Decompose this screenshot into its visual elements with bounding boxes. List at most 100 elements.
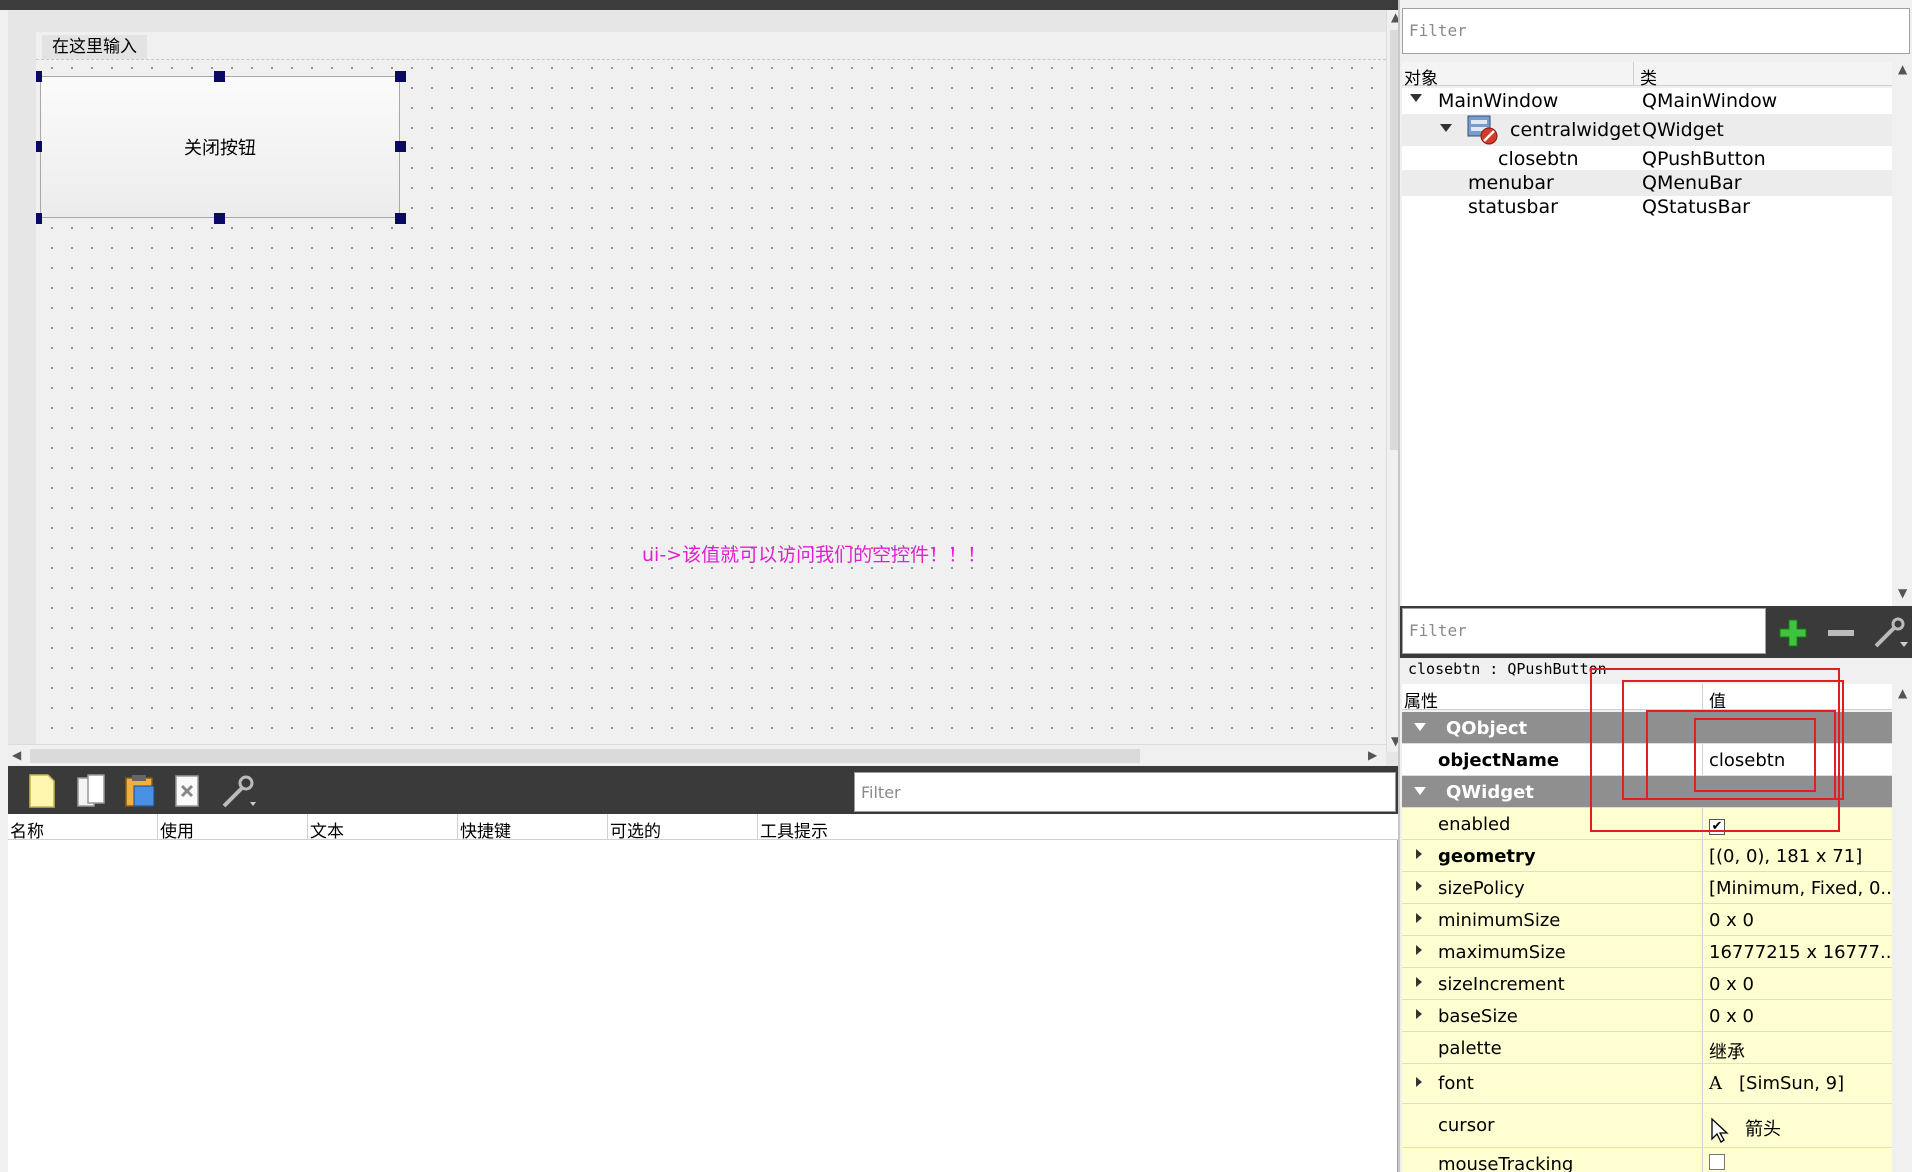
- scroll-left-icon[interactable]: ◀: [12, 748, 21, 762]
- property-row-mousetracking[interactable]: mouseTracking: [1402, 1148, 1892, 1172]
- object-filter-input[interactable]: Filter: [1402, 8, 1910, 54]
- tree-item-menubar[interactable]: menubar QMenuBar: [1402, 170, 1892, 196]
- property-row-basesize[interactable]: baseSize 0 x 0: [1402, 1000, 1892, 1032]
- new-action-icon[interactable]: [22, 772, 62, 810]
- property-value[interactable]: [Minimum, Fixed, 0...: [1702, 872, 1892, 903]
- expand-arrow-icon[interactable]: [1416, 881, 1422, 891]
- selection-handle[interactable]: [36, 213, 42, 224]
- tree-item-name: statusbar: [1468, 196, 1558, 218]
- action-editor: Filter 名称 使用 文本 快捷键 可选的 工具提示: [8, 766, 1398, 1172]
- tree-item-class: QStatusBar: [1642, 196, 1750, 218]
- expand-arrow-icon[interactable]: [1416, 977, 1422, 987]
- selection-handle[interactable]: [395, 71, 406, 82]
- property-value[interactable]: 16777215 x 16777...: [1702, 936, 1892, 967]
- cursor-value: 箭头: [1745, 1119, 1781, 1140]
- property-value[interactable]: [(0, 0), 181 x 71]: [1702, 840, 1892, 871]
- property-value[interactable]: [1702, 1148, 1892, 1172]
- widget-broken-layout-icon: [1467, 115, 1498, 145]
- property-name: mouseTracking: [1438, 1154, 1574, 1172]
- scroll-down-icon[interactable]: ▼: [1898, 586, 1907, 600]
- arrow-cursor-icon: [1711, 1117, 1729, 1143]
- tree-item-name: menubar: [1468, 172, 1554, 194]
- property-name: font: [1438, 1073, 1474, 1094]
- column-header[interactable]: 使用: [158, 814, 308, 842]
- property-group-label: QWidget: [1446, 782, 1534, 803]
- property-value[interactable]: 0 x 0: [1702, 968, 1892, 999]
- expand-arrow-icon[interactable]: [1416, 945, 1422, 955]
- selection-handle[interactable]: [36, 71, 42, 82]
- property-value[interactable]: 0 x 0: [1702, 904, 1892, 935]
- scroll-thumb[interactable]: [30, 749, 1140, 763]
- expand-arrow-icon[interactable]: [1416, 849, 1422, 859]
- mousetracking-checkbox[interactable]: [1709, 1154, 1725, 1170]
- selection-handle[interactable]: [214, 213, 225, 224]
- expand-arrow-icon[interactable]: [1416, 913, 1422, 923]
- property-row-minimumsize[interactable]: minimumSize 0 x 0: [1402, 904, 1892, 936]
- property-row-sizeincrement[interactable]: sizeIncrement 0 x 0: [1402, 968, 1892, 1000]
- column-header[interactable]: 文本: [308, 814, 458, 842]
- property-toolbar: Filter: [1400, 606, 1912, 658]
- paste-action-icon[interactable]: [120, 772, 160, 810]
- selection-handle[interactable]: [395, 213, 406, 224]
- scroll-up-icon[interactable]: ▲: [1898, 62, 1907, 76]
- action-filter-input[interactable]: Filter: [854, 772, 1396, 812]
- selection-handle[interactable]: [36, 141, 42, 152]
- expand-arrow-icon[interactable]: [1416, 1077, 1422, 1087]
- property-filter-input[interactable]: Filter: [1402, 608, 1766, 654]
- designer-horizontal-scrollbar[interactable]: ◀ ▶: [8, 744, 1386, 766]
- property-row-font[interactable]: font A [SimSun, 9]: [1402, 1064, 1892, 1104]
- tree-item-name: closebtn: [1498, 148, 1579, 170]
- expand-arrow-icon[interactable]: [1410, 94, 1422, 102]
- column-header[interactable]: 可选的: [608, 814, 758, 842]
- form-designer: 在这里输入 关闭按钮 ui->该值就可以访问我们的空控件！！！ ▲ ▼ ◀ ▶: [0, 10, 1406, 766]
- column-header[interactable]: 工具提示: [758, 814, 908, 842]
- tree-item-closebtn[interactable]: closebtn QPushButton: [1402, 146, 1892, 172]
- property-row-geometry[interactable]: geometry [(0, 0), 181 x 71]: [1402, 840, 1892, 872]
- collapse-arrow-icon[interactable]: [1414, 723, 1426, 731]
- property-row-maximumsize[interactable]: maximumSize 16777215 x 16777...: [1402, 936, 1892, 968]
- expand-arrow-icon[interactable]: [1416, 1009, 1422, 1019]
- property-name: palette: [1438, 1038, 1502, 1059]
- property-value[interactable]: 继承: [1702, 1032, 1892, 1063]
- object-column-header[interactable]: 对象: [1402, 62, 1634, 89]
- column-header[interactable]: 名称: [8, 814, 158, 842]
- property-value[interactable]: 箭头: [1702, 1104, 1892, 1147]
- remove-property-icon[interactable]: [1824, 618, 1858, 648]
- inspector-panel: Filter 对象 类 MainWindow QMainWindow centr…: [1398, 0, 1912, 1172]
- property-value[interactable]: 0 x 0: [1702, 1000, 1892, 1031]
- selection-handle[interactable]: [395, 141, 406, 152]
- property-value[interactable]: A [SimSun, 9]: [1702, 1064, 1892, 1103]
- highlight-rectangle: [1694, 718, 1816, 792]
- tree-item-mainwindow[interactable]: MainWindow QMainWindow: [1402, 88, 1892, 114]
- property-row-palette[interactable]: palette 继承: [1402, 1032, 1892, 1064]
- expand-arrow-icon[interactable]: [1440, 124, 1452, 132]
- scroll-up-icon[interactable]: ▲: [1898, 686, 1907, 700]
- property-name: maximumSize: [1438, 942, 1566, 963]
- configure-icon[interactable]: [218, 772, 258, 810]
- collapse-arrow-icon[interactable]: [1414, 787, 1426, 795]
- property-name: enabled: [1438, 814, 1511, 835]
- tree-item-statusbar[interactable]: statusbar QStatusBar: [1402, 194, 1892, 220]
- class-column-header[interactable]: 类: [1634, 62, 1659, 89]
- tree-item-class: QWidget: [1642, 119, 1724, 141]
- tree-item-centralwidget[interactable]: centralwidget QWidget: [1402, 114, 1892, 146]
- configure-icon[interactable]: [1870, 616, 1910, 650]
- property-name: objectName: [1438, 750, 1560, 771]
- property-column-header[interactable]: 属性: [1404, 687, 1438, 712]
- scroll-right-icon[interactable]: ▶: [1368, 748, 1377, 762]
- form-canvas[interactable]: 在这里输入 关闭按钮 ui->该值就可以访问我们的空控件！！！: [36, 32, 1386, 744]
- tree-item-name: centralwidget: [1510, 119, 1641, 141]
- add-property-icon[interactable]: [1776, 618, 1810, 648]
- copy-action-icon[interactable]: [72, 772, 112, 810]
- selection-handle[interactable]: [214, 71, 225, 82]
- property-scrollbar[interactable]: ▲: [1894, 684, 1912, 1172]
- property-row-cursor[interactable]: cursor 箭头: [1402, 1104, 1892, 1148]
- column-header[interactable]: 快捷键: [458, 814, 608, 842]
- object-tree-scrollbar[interactable]: ▲ ▼: [1894, 58, 1912, 606]
- close-button-label: 关闭按钮: [184, 138, 256, 159]
- tree-item-name: MainWindow: [1438, 90, 1559, 112]
- property-row-sizepolicy[interactable]: sizePolicy [Minimum, Fixed, 0...: [1402, 872, 1892, 904]
- delete-action-icon[interactable]: [168, 772, 208, 810]
- menu-type-here[interactable]: 在这里输入: [42, 35, 147, 59]
- close-button-widget[interactable]: 关闭按钮: [40, 76, 400, 218]
